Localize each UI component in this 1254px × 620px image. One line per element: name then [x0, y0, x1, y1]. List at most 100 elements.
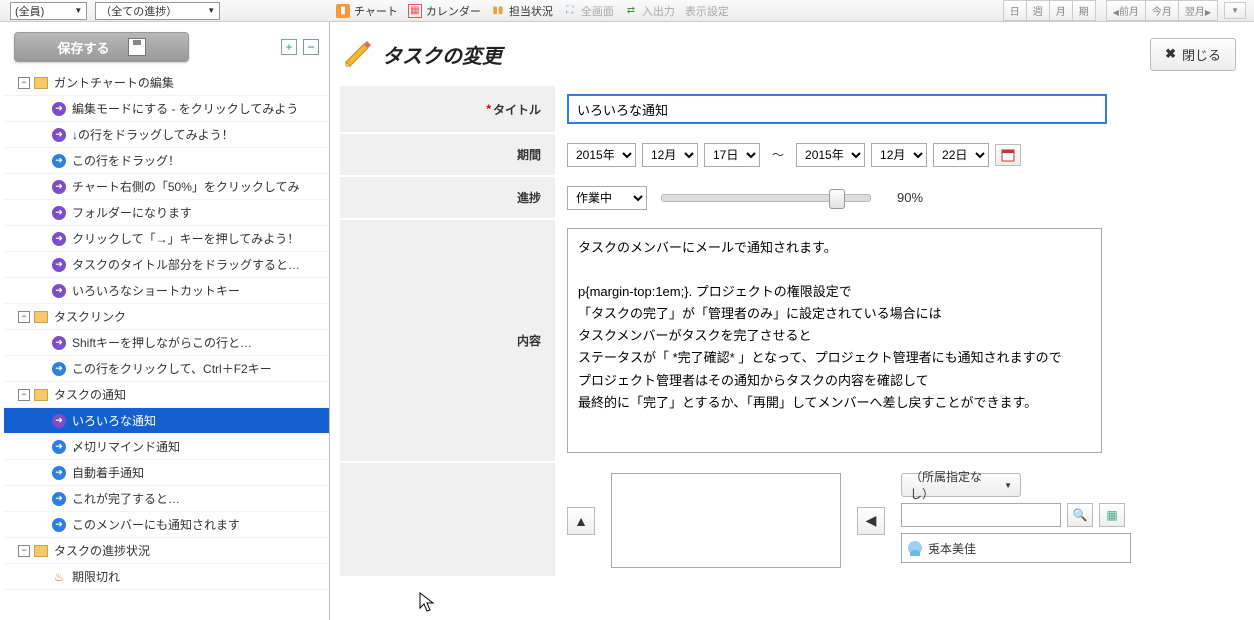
tree-toggle-icon[interactable]: − [18, 311, 30, 323]
department-select[interactable]: （所属指定なし）▼ [901, 473, 1021, 497]
list-view-button[interactable]: ▦ [1099, 503, 1125, 527]
tree-item[interactable]: ➜Shiftキーを押しながらこの行と… [4, 330, 329, 356]
title-input[interactable] [567, 94, 1107, 124]
tree-item-label: この行をドラッグ！ [72, 152, 180, 169]
chart-tab[interactable]: ▮ チャート [336, 3, 398, 19]
tree-item[interactable]: ➜チャート右側の「50%」をクリックしてみ [4, 174, 329, 200]
assignment-tab[interactable]: ▮▮ 担当状況 [491, 3, 553, 19]
arrow-node-icon: ➜ [52, 492, 66, 506]
end-month-select[interactable]: 12月 [871, 143, 927, 167]
tree-item[interactable]: ➜タスクのタイトル部分をドラッグすると… [4, 252, 329, 278]
tree-toggle-icon[interactable]: − [18, 77, 30, 89]
display-tab[interactable]: 表示設定 [685, 3, 729, 19]
chart-icon: ▮ [336, 4, 350, 18]
content-label: 内容 [517, 332, 541, 349]
tree-toggle-icon[interactable]: − [18, 389, 30, 401]
progress-slider[interactable] [661, 194, 871, 202]
tree-item[interactable]: ➜ このメンバーにも通知されます [4, 512, 329, 538]
arrow-node-icon: ➜ [52, 362, 66, 376]
calendar-tab[interactable]: ▦ カレンダー [408, 3, 481, 19]
tree-item[interactable]: ➜フォルダーになります [4, 200, 329, 226]
arrow-node-icon: ➜ [52, 206, 66, 220]
nav-dropdown[interactable]: ▼ [1224, 2, 1246, 19]
io-tab[interactable]: ⇄ 入出力 [624, 3, 675, 19]
move-up-button[interactable]: ▲ [567, 507, 595, 535]
collapse-all-button[interactable]: − [303, 39, 319, 55]
tree-item[interactable]: ➜クリックして「→」キーを押してみよう！ [4, 226, 329, 252]
progress-slider-knob[interactable] [829, 189, 845, 209]
nav-week[interactable]: 週 [1027, 0, 1050, 21]
save-label: 保存する [57, 38, 109, 57]
expand-all-button[interactable]: + [281, 39, 297, 55]
filter-progress-select[interactable]: （全ての進捗）▼ [95, 2, 220, 20]
tree-folder[interactable]: −タスクリンク [4, 304, 329, 330]
fullscreen-tab[interactable]: ⛶ 全画面 [563, 3, 614, 19]
arrow-node-icon: ➜ [52, 518, 66, 532]
chart-label: チャート [354, 3, 398, 19]
search-button[interactable]: 🔍 [1067, 503, 1093, 527]
close-button[interactable]: ✖ 閉じる [1150, 38, 1236, 71]
nav-month[interactable]: 月 [1050, 0, 1073, 21]
tree-item-label: これが完了すると… [72, 490, 180, 507]
tree-item[interactable]: ➜ 編集モードにする - をクリックしてみよう [4, 96, 329, 122]
filter-member-select[interactable]: (全員)▼ [10, 2, 87, 20]
page-title: タスクの変更 [382, 40, 502, 69]
tree-item-label: いろいろな通知 [72, 412, 156, 429]
arrow-node-icon: ➜ [52, 102, 66, 116]
tree-item-label: タスクのタイトル部分をドラッグすると… [72, 256, 300, 273]
end-year-select[interactable]: 2015年 [796, 143, 865, 167]
tree-toggle-icon[interactable]: − [18, 545, 30, 557]
grid-icon: ▦ [1106, 508, 1117, 522]
tree-item[interactable]: ➜いろいろなショートカットキー [4, 278, 329, 304]
tree-item[interactable]: ♨ 期限切れ [4, 564, 329, 590]
period-separator: 〜 [772, 146, 784, 163]
folder-icon [34, 545, 48, 557]
nav-period[interactable]: 期 [1073, 0, 1096, 21]
tree-item[interactable]: ➜この行をドラッグ！ [4, 148, 329, 174]
arrow-node-icon: ➜ [52, 232, 66, 246]
tree-item-label: 自動着手通知 [72, 464, 144, 481]
start-day-select[interactable]: 17日 [704, 143, 760, 167]
tree-item-label: このメンバーにも通知されます [72, 516, 240, 533]
tree-item[interactable]: ➜自動着手通知 [4, 460, 329, 486]
period-label: 期間 [517, 146, 541, 163]
task-tree[interactable]: −ガントチャートの編集 ➜ 編集モードにする - をクリックしてみよう ➜↓の行をドラ… [0, 70, 329, 620]
end-day-select[interactable]: 22日 [933, 143, 989, 167]
arrow-node-icon: ➜ [52, 128, 66, 142]
start-year-select[interactable]: 2015年 [567, 143, 636, 167]
io-icon: ⇄ [624, 4, 638, 18]
assignment-icon: ▮▮ [491, 4, 505, 18]
available-members-listbox[interactable]: 兎本美佳 [901, 533, 1131, 563]
member-search-input[interactable] [901, 503, 1061, 527]
tree-item[interactable]: ➜〆切リマインド通知 [4, 434, 329, 460]
tree-item[interactable]: ➜いろいろな通知 [4, 408, 329, 434]
nav-next[interactable]: 翌月▶ [1179, 0, 1218, 21]
tree-item[interactable]: ➜この行をクリックして、Ctrl＋F2キー [4, 356, 329, 382]
nav-day[interactable]: 日 [1003, 0, 1027, 21]
calendar-picker-button[interactable] [995, 144, 1021, 166]
tree-item[interactable]: ➜↓の行をドラッグしてみよう！ [4, 122, 329, 148]
move-left-button[interactable]: ◀ [857, 507, 885, 535]
nav-today[interactable]: 今月 [1146, 0, 1179, 21]
progress-label: 進捗 [517, 189, 541, 206]
progress-status-select[interactable]: 作業中 [567, 186, 647, 210]
tree-folder[interactable]: −ガントチャートの編集 [4, 70, 329, 96]
tree-folder[interactable]: −タスクの通知 [4, 382, 329, 408]
tree-folder[interactable]: −タスクの進捗状況 [4, 538, 329, 564]
close-icon: ✖ [1165, 46, 1176, 62]
selected-members-listbox[interactable] [611, 473, 841, 568]
calendar-label: カレンダー [426, 3, 481, 19]
tree-item[interactable]: ➜ これが完了すると… [4, 486, 329, 512]
start-month-select[interactable]: 12月 [642, 143, 698, 167]
calendar-icon: ▦ [408, 4, 422, 18]
tree-item-label: 期限切れ [72, 568, 120, 585]
display-label: 表示設定 [685, 3, 729, 19]
tree-item-label: 編集モードにする - をクリックしてみよう [72, 100, 298, 117]
member-name: 兎本美佳 [928, 540, 976, 557]
save-disk-icon [128, 38, 146, 56]
nav-prev[interactable]: ◀前月 [1106, 0, 1146, 21]
save-button[interactable]: 保存する [14, 32, 189, 62]
search-icon: 🔍 [1073, 508, 1088, 522]
content-textarea[interactable] [567, 228, 1102, 453]
fire-icon: ♨ [52, 570, 66, 584]
